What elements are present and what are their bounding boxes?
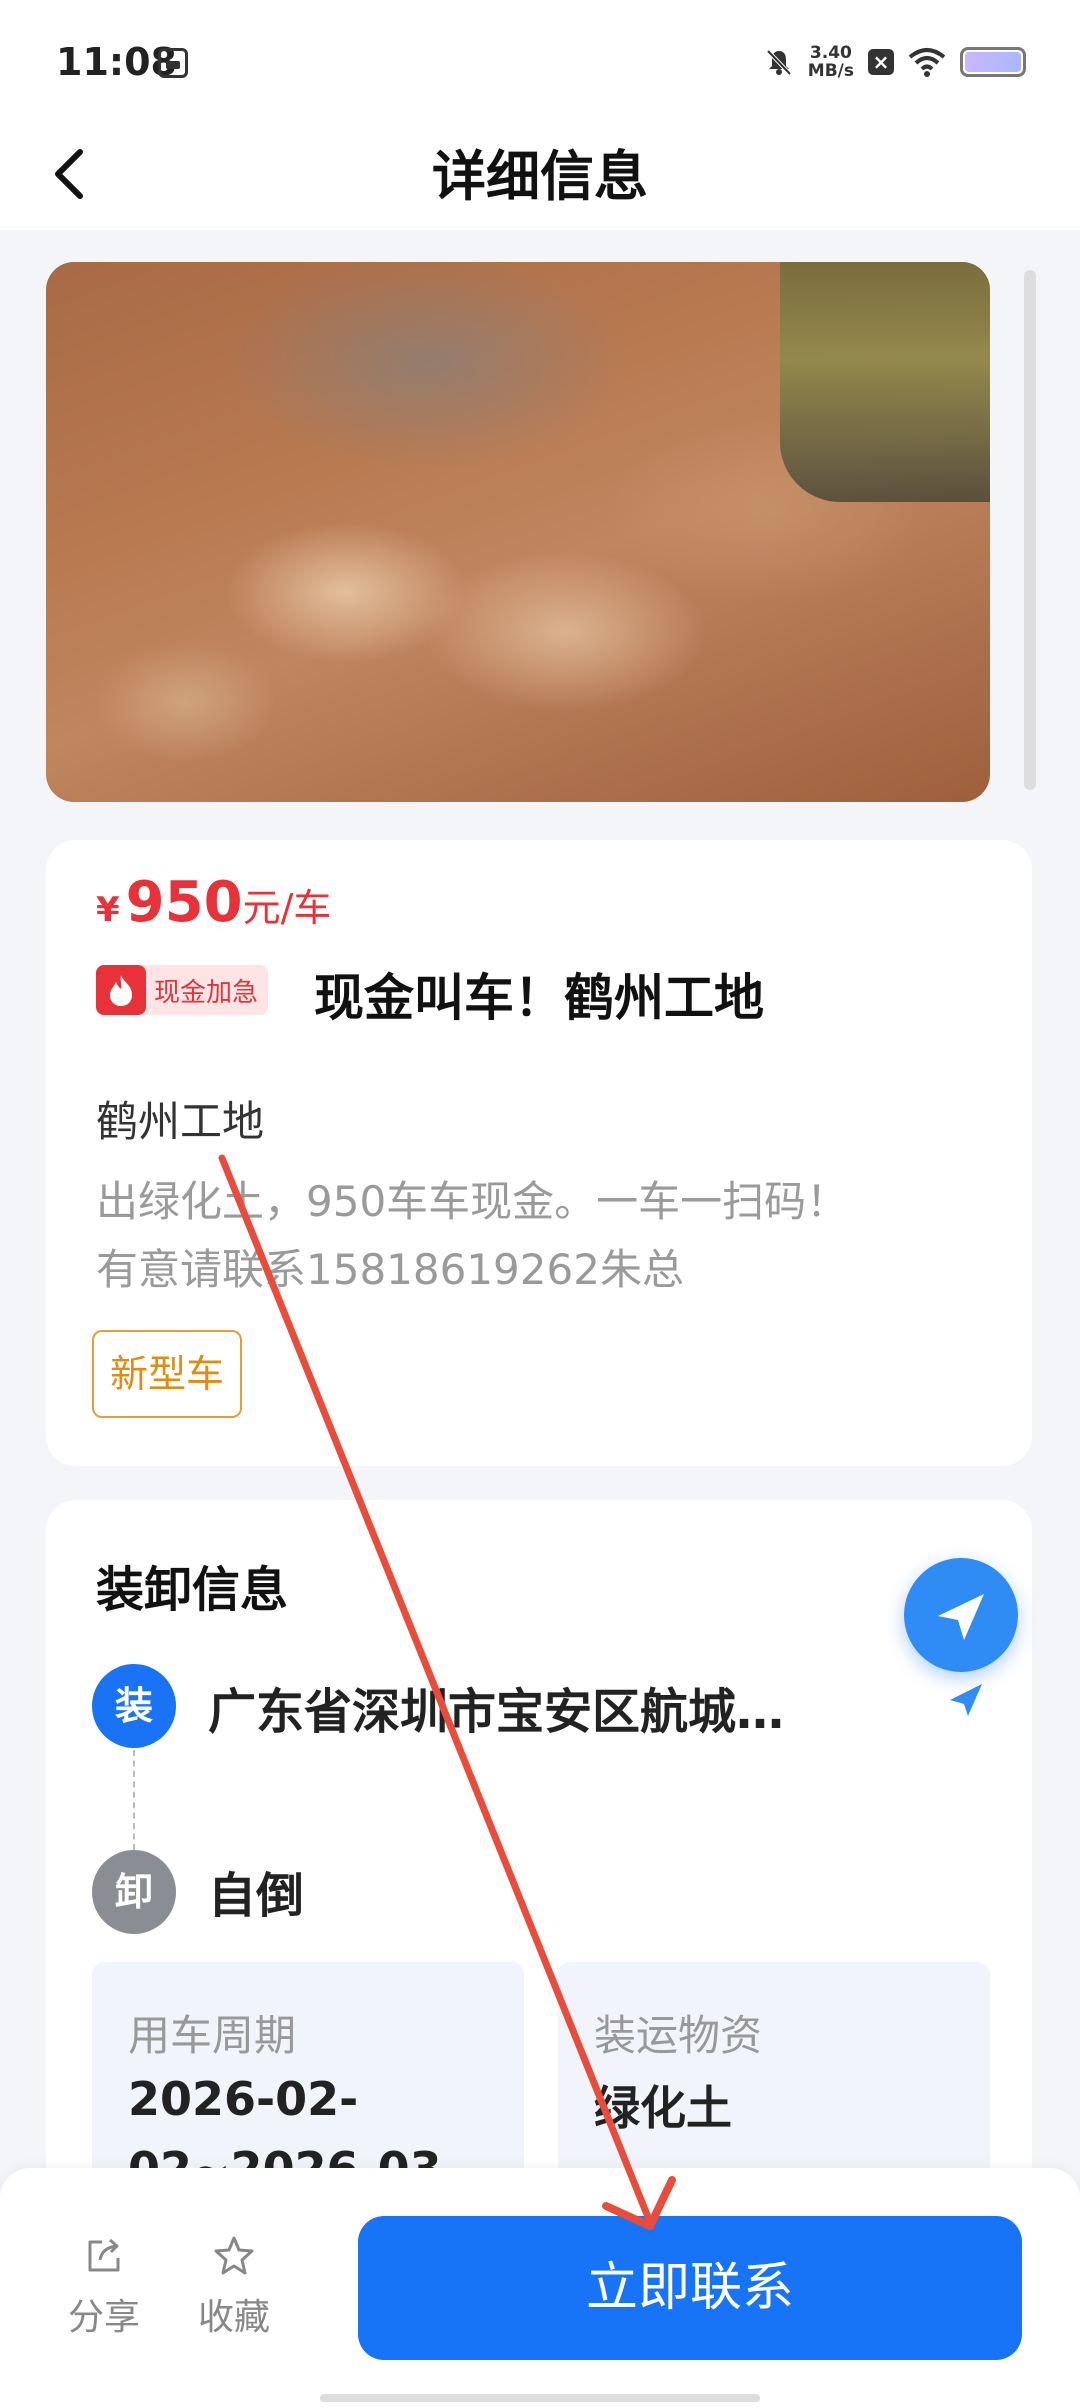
load-address[interactable]: 广东省深圳市宝安区航城… [208, 1672, 784, 1742]
next-photo-peek[interactable] [1024, 270, 1036, 790]
sim-card-icon [158, 48, 188, 78]
status-bar: 11:08 3.40 MB/s × [0, 0, 1080, 120]
description-line-2: 有意请联系15818619262朱总 [96, 1245, 684, 1294]
cargo-box: 装运物资 绿化土 [558, 1962, 990, 2202]
home-indicator[interactable] [320, 2394, 760, 2402]
page-title: 详细信息 [432, 145, 648, 208]
share-label: 分享 [67, 2297, 140, 2338]
route-connector [133, 1750, 135, 1850]
listing-subtitle: 鹤州工地 [96, 1097, 265, 1146]
listing-title: 现金叫车！鹤州工地 [314, 969, 764, 1027]
load-badge: 装 [92, 1664, 176, 1748]
price-unit: 元/车 [242, 886, 332, 930]
network-speed-value: 3.40 [809, 43, 852, 63]
star-icon [214, 2236, 254, 2275]
description-line-1: 出绿化土，950车车现金。一车一扫码！ [96, 1177, 849, 1226]
vehicle-type-tag: 新型车 [92, 1330, 243, 1418]
price-currency: ¥ [96, 890, 120, 930]
price: ¥ 950 元/车 [96, 870, 331, 935]
listing-info-card: ¥ 950 元/车 现金加急 现金叫车！鹤州工地 鹤州工地 出绿化土，950车车… [46, 840, 1032, 1466]
nav-bar: 详细信息 [0, 120, 1080, 230]
network-speed: 3.40 MB/s [808, 44, 854, 80]
status-icons: 3.40 MB/s × [764, 40, 1026, 84]
usage-period-label: 用车周期 [128, 2011, 297, 2060]
listing-photo[interactable] [46, 262, 990, 802]
favorite-label: 收藏 [197, 2297, 270, 2338]
network-speed-unit: MB/s [807, 61, 854, 81]
listing-description: 出绿化土，950车车现金。一车一扫码！ 有意请联系15818619262朱总 [96, 1168, 996, 1304]
section-title: 装卸信息 [96, 1562, 289, 1618]
notification-muted-icon [766, 49, 792, 76]
cargo-label: 装运物资 [594, 2011, 763, 2060]
usage-period-value: 2026-02- [128, 2072, 359, 2126]
unload-badge: 卸 [92, 1850, 176, 1934]
navigation-arrow-icon [938, 1594, 984, 1640]
unload-address: 自倒 [208, 1868, 305, 1924]
navigate-button[interactable] [904, 1558, 1018, 1672]
contact-now-button[interactable]: 立即联系 [358, 2216, 1022, 2360]
close-notification-icon: × [868, 49, 894, 75]
wifi-icon [908, 48, 946, 77]
flame-icon [96, 965, 146, 1015]
location-pointer-icon [950, 1684, 982, 1716]
urgent-tag: 现金加急 [96, 965, 269, 1015]
favorite-button[interactable]: 收藏 [184, 2234, 284, 2340]
excavator-in-photo [780, 262, 990, 502]
price-value: 950 [125, 870, 243, 935]
page: 11:08 3.40 MB/s × 详细信息 ¥ 950 元/车 现金加急 现金… [0, 0, 1080, 2408]
share-button[interactable]: 分享 [54, 2234, 154, 2340]
cargo-value: 绿化土 [594, 2081, 732, 2135]
usage-period-box: 用车周期 2026-02- 02~2026-03 [92, 1962, 524, 2202]
battery-icon [960, 47, 1026, 77]
bottom-action-bar: 分享 收藏 立即联系 [0, 2168, 1080, 2408]
urgent-tag-label: 现金加急 [154, 977, 259, 1008]
share-icon [88, 2238, 120, 2272]
